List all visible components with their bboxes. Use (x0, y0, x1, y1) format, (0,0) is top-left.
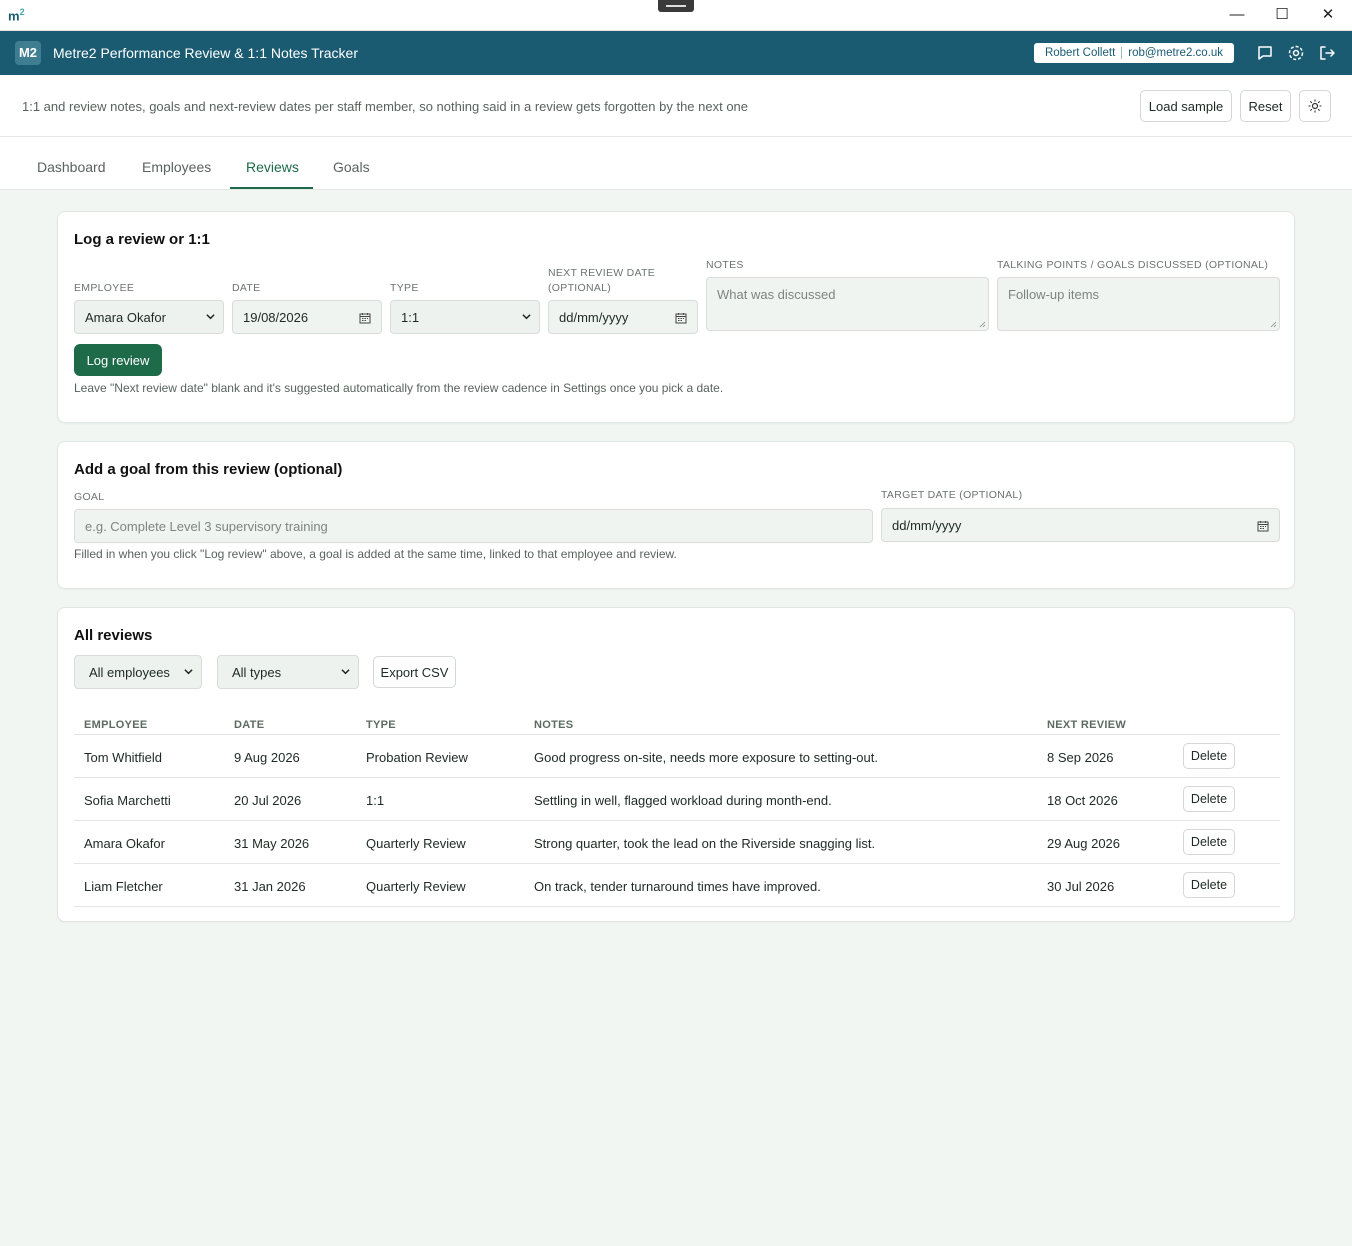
minimize-button[interactable]: — (1222, 4, 1252, 26)
subheader: 1:1 and review notes, goals and next-rev… (0, 75, 1352, 137)
table-divider (74, 777, 1280, 778)
goal-label: GOAL (74, 491, 105, 503)
drag-handle[interactable] (658, 0, 694, 12)
tab-goals[interactable]: Goals (333, 159, 370, 175)
chat-icon[interactable] (1255, 43, 1275, 63)
goal-input[interactable]: e.g. Complete Level 3 supervisory traini… (74, 509, 873, 543)
calendar-icon[interactable] (1257, 520, 1269, 532)
window-titlebar: m2 — ☐ ✕ (0, 0, 1352, 31)
target-date-label: TARGET DATE (OPTIONAL) (881, 489, 1023, 501)
tab-employees[interactable]: Employees (142, 159, 211, 175)
cell-type: Quarterly Review (366, 879, 466, 894)
cell-notes: Strong quarter, took the lead on the Riv… (534, 836, 876, 851)
delete-button[interactable]: Delete (1183, 829, 1235, 855)
cell-employee: Tom Whitfield (84, 750, 163, 765)
all-reviews-card: All reviews All employees All types Expo… (57, 607, 1295, 922)
cell-date: 31 Jan 2026 (234, 879, 306, 894)
theme-toggle-button[interactable] (1299, 90, 1331, 122)
column-header-date: DATE (234, 719, 265, 731)
chevron-down-icon (522, 314, 531, 320)
cell-notes: On track, tender turnaround times have i… (534, 879, 821, 894)
column-header-next-review: NEXT REVIEW (1047, 719, 1127, 731)
column-header-notes: NOTES (534, 719, 574, 731)
reset-button[interactable]: Reset (1240, 90, 1291, 122)
close-button[interactable]: ✕ (1313, 4, 1343, 26)
cell-employee: Sofia Marchetti (84, 793, 171, 808)
cell-next-review: 30 Jul 2026 (1047, 879, 1115, 894)
cell-notes: Settling in well, flagged workload durin… (534, 793, 832, 808)
type-select[interactable]: 1:1 (390, 300, 540, 334)
sun-icon (1308, 99, 1322, 113)
next-review-date-input[interactable]: dd/mm/yyyy (548, 300, 698, 334)
cell-type: 1:1 (366, 793, 385, 808)
chevron-down-icon (184, 669, 193, 675)
talking-points-label: TALKING POINTS / GOALS DISCUSSED (OPTION… (997, 259, 1269, 271)
cell-type: Quarterly Review (366, 836, 466, 851)
calendar-icon[interactable] (359, 312, 371, 324)
card-title: Log a review or 1:1 (74, 231, 210, 248)
window-logo: m2 (8, 7, 25, 24)
employee-filter-select[interactable]: All employees (74, 655, 202, 689)
date-input[interactable]: 19/08/2026 (232, 300, 382, 334)
type-label: TYPE (390, 282, 419, 294)
target-date-input[interactable]: dd/mm/yyyy (881, 508, 1280, 542)
employee-select[interactable]: Amara Okafor (74, 300, 224, 334)
notes-textarea[interactable]: What was discussed (706, 277, 989, 331)
cell-next-review: 8 Sep 2026 (1047, 750, 1114, 765)
cell-date: 9 Aug 2026 (234, 750, 300, 765)
table-divider (74, 734, 1280, 735)
log-review-hint: Leave "Next review date" blank and it's … (74, 381, 724, 395)
tab-reviews[interactable]: Reviews (246, 159, 299, 175)
app-header: M2 Metre2 Performance Review & 1:1 Notes… (0, 31, 1352, 75)
column-header-employee: EMPLOYEE (84, 719, 148, 731)
chevron-down-icon (206, 314, 215, 320)
user-name: Robert Collett (1044, 47, 1116, 59)
table-divider (74, 863, 1280, 864)
cell-employee: Liam Fletcher (84, 879, 163, 894)
card-title: Add a goal from this review (optional) (74, 461, 343, 478)
active-tab-indicator (230, 187, 313, 189)
load-sample-button[interactable]: Load sample (1140, 90, 1232, 122)
type-filter-select[interactable]: All types (217, 655, 359, 689)
table-divider (74, 906, 1280, 907)
cell-notes: Good progress on-site, needs more exposu… (534, 750, 878, 765)
resize-handle-icon[interactable] (1270, 321, 1277, 328)
tab-dashboard[interactable]: Dashboard (37, 159, 106, 175)
delete-button[interactable]: Delete (1183, 786, 1235, 812)
logout-icon[interactable] (1317, 43, 1337, 63)
add-goal-card: Add a goal from this review (optional) G… (57, 441, 1295, 589)
column-header-type: TYPE (366, 719, 396, 731)
tab-bar: Dashboard Employees Reviews Goals (0, 137, 1352, 190)
cell-next-review: 29 Aug 2026 (1047, 836, 1121, 851)
log-review-card: Log a review or 1:1 EMPLOYEE Amara Okafo… (57, 211, 1295, 423)
maximize-button[interactable]: ☐ (1267, 4, 1297, 26)
divider (1121, 47, 1123, 59)
date-label: DATE (232, 282, 261, 294)
goal-hint: Filled in when you click "Log review" ab… (74, 547, 677, 561)
card-title: All reviews (74, 627, 153, 644)
next-review-label: NEXT REVIEW DATE (OPTIONAL) (548, 267, 656, 294)
app-description: 1:1 and review notes, goals and next-rev… (22, 99, 749, 114)
app-badge: M2 (15, 41, 41, 65)
cell-employee: Amara Okafor (84, 836, 165, 851)
log-review-button[interactable]: Log review (74, 344, 162, 376)
gear-icon[interactable] (1286, 43, 1306, 63)
export-csv-button[interactable]: Export CSV (373, 656, 456, 688)
employee-label: EMPLOYEE (74, 282, 135, 294)
cell-next-review: 18 Oct 2026 (1047, 793, 1118, 808)
resize-handle-icon[interactable] (979, 321, 986, 328)
cell-date: 20 Jul 2026 (234, 793, 302, 808)
calendar-icon[interactable] (675, 312, 687, 324)
delete-button[interactable]: Delete (1183, 872, 1235, 898)
table-divider (74, 820, 1280, 821)
chevron-down-icon (341, 669, 350, 675)
talking-points-textarea[interactable]: Follow-up items (997, 277, 1280, 331)
app-title: Metre2 Performance Review & 1:1 Notes Tr… (53, 45, 359, 61)
cell-date: 31 May 2026 (234, 836, 310, 851)
delete-button[interactable]: Delete (1183, 743, 1235, 769)
notes-label: NOTES (706, 259, 744, 271)
user-email: rob@metre2.co.uk (1128, 47, 1224, 59)
user-pill[interactable]: Robert Collett rob@metre2.co.uk (1034, 43, 1234, 63)
cell-type: Probation Review (366, 750, 468, 765)
